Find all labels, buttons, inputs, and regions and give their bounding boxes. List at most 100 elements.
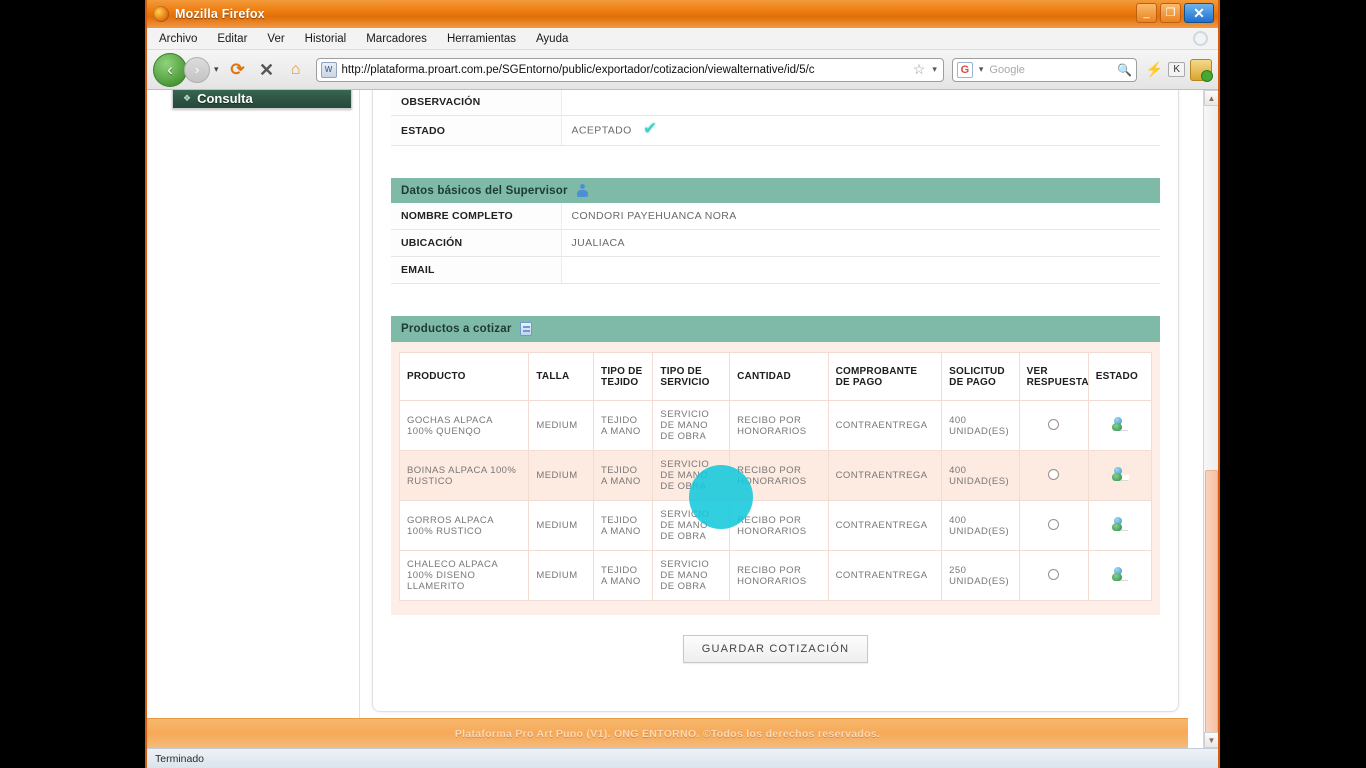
page-viewport: ❖ Consulta OBSERVACIÓN	[147, 90, 1218, 748]
cell-solicitud: 400 UNIDAD(ES)	[942, 501, 1019, 551]
cell-estado[interactable]	[1088, 451, 1151, 501]
menu-item-historial[interactable]: Historial	[305, 33, 347, 45]
cell-talla: MEDIUM	[529, 451, 594, 501]
radio-button-icon[interactable]	[1048, 469, 1059, 480]
cell-ver-respuesta[interactable]	[1019, 551, 1088, 601]
check-icon	[643, 123, 660, 138]
browser-status-bar: Terminado	[147, 748, 1218, 768]
table-row: OBSERVACIÓN	[391, 90, 1160, 116]
search-icon[interactable]: 🔍	[1117, 63, 1132, 77]
cell-tipo-servicio: SERVICIO DE MANO DE OBRA	[653, 501, 730, 551]
cell-tipo-tejido: TEJIDO A MANO	[594, 451, 653, 501]
productos-table: PRODUCTO TALLA TIPO DE TEJIDO TIPO DE SE…	[399, 352, 1152, 601]
cell-estado[interactable]	[1088, 501, 1151, 551]
productos-header-row: PRODUCTO TALLA TIPO DE TEJIDO TIPO DE SE…	[400, 353, 1152, 401]
url-text[interactable]: http://plataforma.proart.com.pe/SGEntorn…	[342, 64, 908, 76]
cell-producto: GOCHAS ALPACA 100% QUENQO	[400, 401, 529, 451]
table-row[interactable]: GOCHAS ALPACA 100% QUENQO MEDIUM TEJIDO …	[400, 401, 1152, 451]
label-email: EMAIL	[391, 257, 561, 284]
col-producto: PRODUCTO	[400, 353, 529, 401]
cell-tipo-servicio: SERVICIO DE MANO DE OBRA	[653, 551, 730, 601]
status-text: Terminado	[155, 753, 204, 765]
col-ver-respuesta: VER RESPUESTA	[1019, 353, 1088, 401]
window-titlebar: Mozilla Firefox _ ❐ ✕	[147, 0, 1218, 28]
cell-ver-respuesta[interactable]	[1019, 401, 1088, 451]
col-estado: ESTADO	[1088, 353, 1151, 401]
table-row: ESTADO ACEPTADO	[391, 116, 1160, 146]
value-observacion	[561, 90, 1160, 116]
feed-icon[interactable]	[1193, 31, 1208, 46]
menu-item-editar[interactable]: Editar	[217, 33, 247, 45]
productos-table-wrapper: PRODUCTO TALLA TIPO DE TEJIDO TIPO DE SE…	[391, 342, 1160, 615]
menu-item-ayuda[interactable]: Ayuda	[536, 33, 568, 45]
cell-tipo-tejido: TEJIDO A MANO	[594, 401, 653, 451]
cell-solicitud: 400 UNIDAD(ES)	[942, 401, 1019, 451]
radio-button-icon[interactable]	[1048, 419, 1059, 430]
table-row: EMAIL	[391, 257, 1160, 284]
search-engine-icon[interactable]: G	[957, 62, 973, 78]
cell-tipo-tejido: TEJIDO A MANO	[594, 551, 653, 601]
restore-button[interactable]: ❐	[1160, 3, 1181, 23]
stop-icon[interactable]: ✕	[254, 57, 280, 83]
diamond-bullet-icon: ❖	[183, 93, 191, 104]
table-row: UBICACIÓN JUALIACA	[391, 230, 1160, 257]
estado-icon[interactable]	[1111, 417, 1128, 432]
page-content: OBSERVACIÓN ESTADO ACEPTADO	[360, 90, 1203, 748]
cell-ver-respuesta[interactable]	[1019, 451, 1088, 501]
bolt-icon[interactable]: ⚡	[1146, 61, 1163, 78]
cell-estado[interactable]	[1088, 401, 1151, 451]
bookmark-star-icon[interactable]: ☆	[913, 61, 926, 78]
search-input[interactable]: Google	[989, 64, 1113, 76]
forward-button[interactable]: ›	[184, 57, 210, 83]
col-solicitud-de-pago: SOLICITUD DE PAGO	[942, 353, 1019, 401]
page-footer: Plataforma Pro Art Puno (V1). ONG ENTORN…	[147, 718, 1188, 748]
window-controls: _ ❐ ✕	[1136, 3, 1214, 23]
k-addon-icon[interactable]: K	[1168, 62, 1185, 77]
table-row[interactable]: BOINAS ALPACA 100% RUSTICO MEDIUM TEJIDO…	[400, 451, 1152, 501]
scrollbar-thumb[interactable]	[1205, 470, 1218, 748]
save-quotation-button[interactable]: GUARDAR COTIZACIÓN	[683, 635, 869, 663]
minimize-button[interactable]: _	[1136, 3, 1157, 23]
estado-icon[interactable]	[1111, 567, 1128, 582]
cell-talla: MEDIUM	[529, 501, 594, 551]
menu-item-ver[interactable]: Ver	[267, 33, 284, 45]
cell-comprobante: CONTRAENTREGA	[828, 551, 942, 601]
cell-comprobante: CONTRAENTREGA	[828, 501, 942, 551]
cell-producto: BOINAS ALPACA 100% RUSTICO	[400, 451, 529, 501]
sidebar-item-consulta[interactable]: ❖ Consulta	[172, 90, 352, 109]
estado-icon[interactable]	[1111, 467, 1128, 482]
document-icon[interactable]	[520, 322, 532, 336]
cell-ver-respuesta[interactable]	[1019, 501, 1088, 551]
back-button[interactable]: ‹	[153, 53, 187, 87]
menu-item-herramientas[interactable]: Herramientas	[447, 33, 516, 45]
reload-icon[interactable]: ⟳	[225, 57, 251, 83]
history-dropdown-icon[interactable]: ▾	[214, 64, 219, 75]
cell-producto: CHALECO ALPACA 100% DISENO LLAMERITO	[400, 551, 529, 601]
menu-item-marcadores[interactable]: Marcadores	[366, 33, 427, 45]
value-email	[561, 257, 1160, 284]
content-card: OBSERVACIÓN ESTADO ACEPTADO	[372, 90, 1179, 712]
radio-button-icon[interactable]	[1048, 569, 1059, 580]
save-button-row: GUARDAR COTIZACIÓN	[391, 615, 1160, 663]
supervisor-heading-label: Datos básicos del Supervisor	[401, 185, 568, 197]
search-engine-dropdown-icon[interactable]: ▾	[977, 64, 986, 75]
address-bar[interactable]: W http://plataforma.proart.com.pe/SGEnto…	[316, 58, 944, 82]
page-scrollbar[interactable]: ▲ ▼	[1203, 90, 1218, 748]
table-row[interactable]: CHALECO ALPACA 100% DISENO LLAMERITO MED…	[400, 551, 1152, 601]
cell-estado[interactable]	[1088, 551, 1151, 601]
menu-item-archivo[interactable]: Archivo	[159, 33, 197, 45]
value-estado: ACEPTADO	[572, 124, 632, 136]
scroll-up-arrow-icon[interactable]: ▲	[1204, 90, 1218, 106]
url-dropdown-icon[interactable]: ▾	[930, 64, 939, 75]
close-button[interactable]: ✕	[1184, 3, 1214, 23]
table-row[interactable]: GORROS ALPACA 100% RUSTICO MEDIUM TEJIDO…	[400, 501, 1152, 551]
cell-cantidad: RECIBO POR HONORARIOS	[730, 451, 829, 501]
search-bar[interactable]: G ▾ Google 🔍	[952, 58, 1137, 82]
home-icon[interactable]: ⌂	[283, 57, 309, 83]
supervisor-section-header: Datos básicos del Supervisor	[391, 178, 1160, 203]
yellow-badge-icon[interactable]	[1190, 59, 1212, 81]
radio-button-icon[interactable]	[1048, 519, 1059, 530]
scroll-down-arrow-icon[interactable]: ▼	[1204, 732, 1218, 748]
person-icon[interactable]	[576, 184, 589, 197]
estado-icon[interactable]	[1111, 517, 1128, 532]
